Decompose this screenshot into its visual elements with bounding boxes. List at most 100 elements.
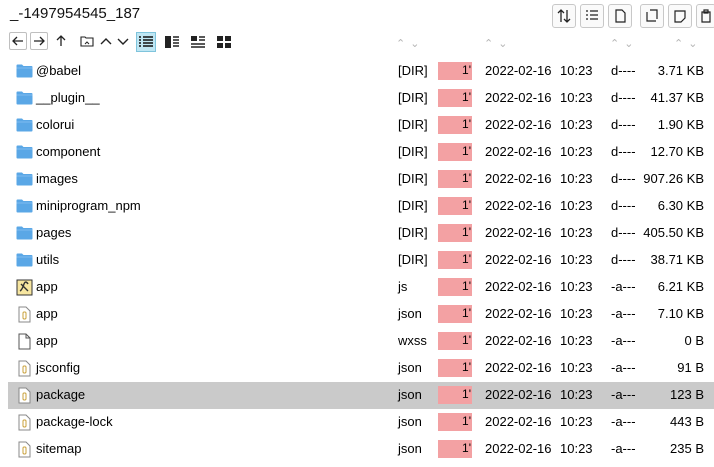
file-name: app bbox=[36, 333, 58, 348]
file-row[interactable]: package-lock json 1' 2022-02-16 10:23 -a--- 44… bbox=[8, 409, 714, 436]
file-date: 2022-02-16 bbox=[485, 387, 552, 402]
file-time: 10:23 bbox=[560, 171, 593, 186]
sort-indicator-attr[interactable]: ⌃⌄ bbox=[610, 37, 638, 50]
highlight-text: 1' bbox=[462, 171, 471, 185]
blank-file-icon bbox=[16, 333, 33, 350]
file-size: 7.10 KB bbox=[657, 306, 704, 321]
file-name: utils bbox=[36, 252, 60, 267]
highlight-text: 1' bbox=[462, 90, 471, 104]
sort-indicator-date[interactable]: ⌃⌄ bbox=[484, 37, 512, 50]
new-file-button[interactable] bbox=[608, 4, 632, 28]
file-name: miniprogram_npm bbox=[36, 198, 141, 213]
folder-tree-icon bbox=[79, 36, 94, 47]
file-size: 443 B bbox=[670, 414, 704, 429]
parent-up-button[interactable] bbox=[97, 32, 115, 50]
file-row[interactable]: app json 1' 2022-02-16 10:23 -a--- 7.10 KB bbox=[8, 301, 714, 328]
highlight-text: 1' bbox=[462, 333, 471, 347]
file-extension: json bbox=[398, 441, 422, 456]
file-extension: [DIR] bbox=[398, 198, 428, 213]
file-size: 12.70 KB bbox=[650, 144, 705, 159]
new-file-icon bbox=[615, 9, 626, 23]
file-name: sitemap bbox=[36, 441, 82, 456]
file-row[interactable]: miniprogram_npm [DIR] 1' 2022-02-16 10:23 d--… bbox=[8, 193, 714, 220]
file-date: 2022-02-16 bbox=[485, 441, 552, 456]
file-row[interactable]: app wxss 1' 2022-02-16 10:23 -a--- 0 B bbox=[8, 328, 714, 355]
folder-icon bbox=[16, 90, 33, 107]
highlight-marker: 1' bbox=[438, 251, 472, 269]
highlight-marker: 1' bbox=[438, 62, 472, 80]
file-date: 2022-02-16 bbox=[485, 171, 552, 186]
file-row[interactable]: app js 1' 2022-02-16 10:23 -a--- 6.21 KB bbox=[8, 274, 714, 301]
file-size: 907.26 KB bbox=[643, 171, 704, 186]
highlight-marker: 1' bbox=[438, 278, 472, 296]
paste-icon bbox=[701, 9, 711, 23]
file-extension: json bbox=[398, 306, 422, 321]
up-button[interactable] bbox=[52, 32, 70, 50]
list-details-button[interactable] bbox=[580, 4, 604, 28]
thumbnail-view-icon bbox=[217, 36, 231, 48]
file-name: jsconfig bbox=[36, 360, 81, 375]
window-title: _-1497954545_187 bbox=[10, 5, 141, 22]
rename-button[interactable] bbox=[668, 4, 692, 28]
file-name: __plugin__ bbox=[36, 90, 100, 105]
highlight-text: 1' bbox=[462, 306, 471, 320]
file-attributes: -a--- bbox=[611, 333, 636, 348]
folder-icon bbox=[16, 225, 33, 242]
list-view-button[interactable] bbox=[162, 32, 182, 52]
file-size: 405.50 KB bbox=[643, 225, 704, 240]
forward-button[interactable] bbox=[30, 32, 48, 50]
folder-tree-button[interactable] bbox=[78, 32, 96, 50]
file-row[interactable]: utils [DIR] 1' 2022-02-16 10:23 d---- 38.71 KB bbox=[8, 247, 714, 274]
file-size: 1.90 KB bbox=[657, 117, 704, 132]
file-name: package bbox=[36, 387, 86, 402]
file-date: 2022-02-16 bbox=[485, 198, 552, 213]
file-attributes: d---- bbox=[611, 225, 636, 240]
thumbnail-view-button[interactable] bbox=[214, 32, 234, 52]
highlight-text: 1' bbox=[462, 441, 471, 455]
file-size: 0 B bbox=[684, 333, 704, 348]
detail-view-button[interactable] bbox=[136, 32, 156, 52]
chevron-up-icon bbox=[100, 38, 112, 45]
file-attributes: -a--- bbox=[611, 306, 636, 321]
file-row-selected[interactable]: package json 1' 2022-02-16 10:23 -a--- 123 B bbox=[8, 382, 714, 409]
sort-indicator-ext[interactable]: ⌃⌄ bbox=[396, 37, 424, 50]
back-button[interactable] bbox=[9, 32, 27, 50]
new-folder-button[interactable] bbox=[640, 4, 664, 28]
file-time: 10:23 bbox=[560, 333, 593, 348]
title-bar: _-1497954545_187 bbox=[0, 0, 714, 30]
file-time: 10:23 bbox=[560, 306, 593, 321]
folder-icon bbox=[16, 144, 33, 161]
sort-indicator-size[interactable]: ⌃⌄ bbox=[674, 37, 702, 50]
file-name: app bbox=[36, 279, 58, 294]
file-size: 6.30 KB bbox=[657, 198, 704, 213]
file-row[interactable]: images [DIR] 1' 2022-02-16 10:23 d---- 907.26 … bbox=[8, 166, 714, 193]
file-date: 2022-02-16 bbox=[485, 279, 552, 294]
brief-view-icon bbox=[191, 36, 205, 48]
file-row[interactable]: __plugin__ [DIR] 1' 2022-02-16 10:23 d---- 41.… bbox=[8, 85, 714, 112]
json-file-icon bbox=[16, 306, 33, 323]
brief-view-button[interactable] bbox=[188, 32, 208, 52]
json-file-icon bbox=[16, 360, 33, 377]
file-row[interactable]: sitemap json 1' 2022-02-16 10:23 -a--- 235 B bbox=[8, 436, 714, 463]
file-time: 10:23 bbox=[560, 90, 593, 105]
file-row[interactable]: @babel [DIR] 1' 2022-02-16 10:23 d---- 3.71 KB bbox=[8, 58, 714, 85]
file-name: pages bbox=[36, 225, 72, 240]
history-dropdown-button[interactable] bbox=[114, 32, 132, 50]
highlight-marker: 1' bbox=[438, 116, 472, 134]
folder-icon bbox=[16, 252, 33, 269]
file-attributes: d---- bbox=[611, 252, 636, 267]
highlight-marker: 1' bbox=[438, 170, 472, 188]
sort-button[interactable] bbox=[552, 4, 576, 28]
file-row[interactable]: colorui [DIR] 1' 2022-02-16 10:23 d---- 1.90 K… bbox=[8, 112, 714, 139]
highlight-text: 1' bbox=[462, 279, 471, 293]
file-time: 10:23 bbox=[560, 198, 593, 213]
file-row[interactable]: jsconfig json 1' 2022-02-16 10:23 -a--- 91 B bbox=[8, 355, 714, 382]
file-size: 41.37 KB bbox=[650, 90, 705, 105]
paste-button[interactable] bbox=[696, 4, 714, 28]
detail-view-icon bbox=[139, 36, 153, 47]
file-row[interactable]: component [DIR] 1' 2022-02-16 10:23 d---- 12.7… bbox=[8, 139, 714, 166]
file-attributes: -a--- bbox=[611, 441, 636, 456]
file-time: 10:23 bbox=[560, 117, 593, 132]
file-time: 10:23 bbox=[560, 63, 593, 78]
file-row[interactable]: pages [DIR] 1' 2022-02-16 10:23 d---- 405.50 K… bbox=[8, 220, 714, 247]
